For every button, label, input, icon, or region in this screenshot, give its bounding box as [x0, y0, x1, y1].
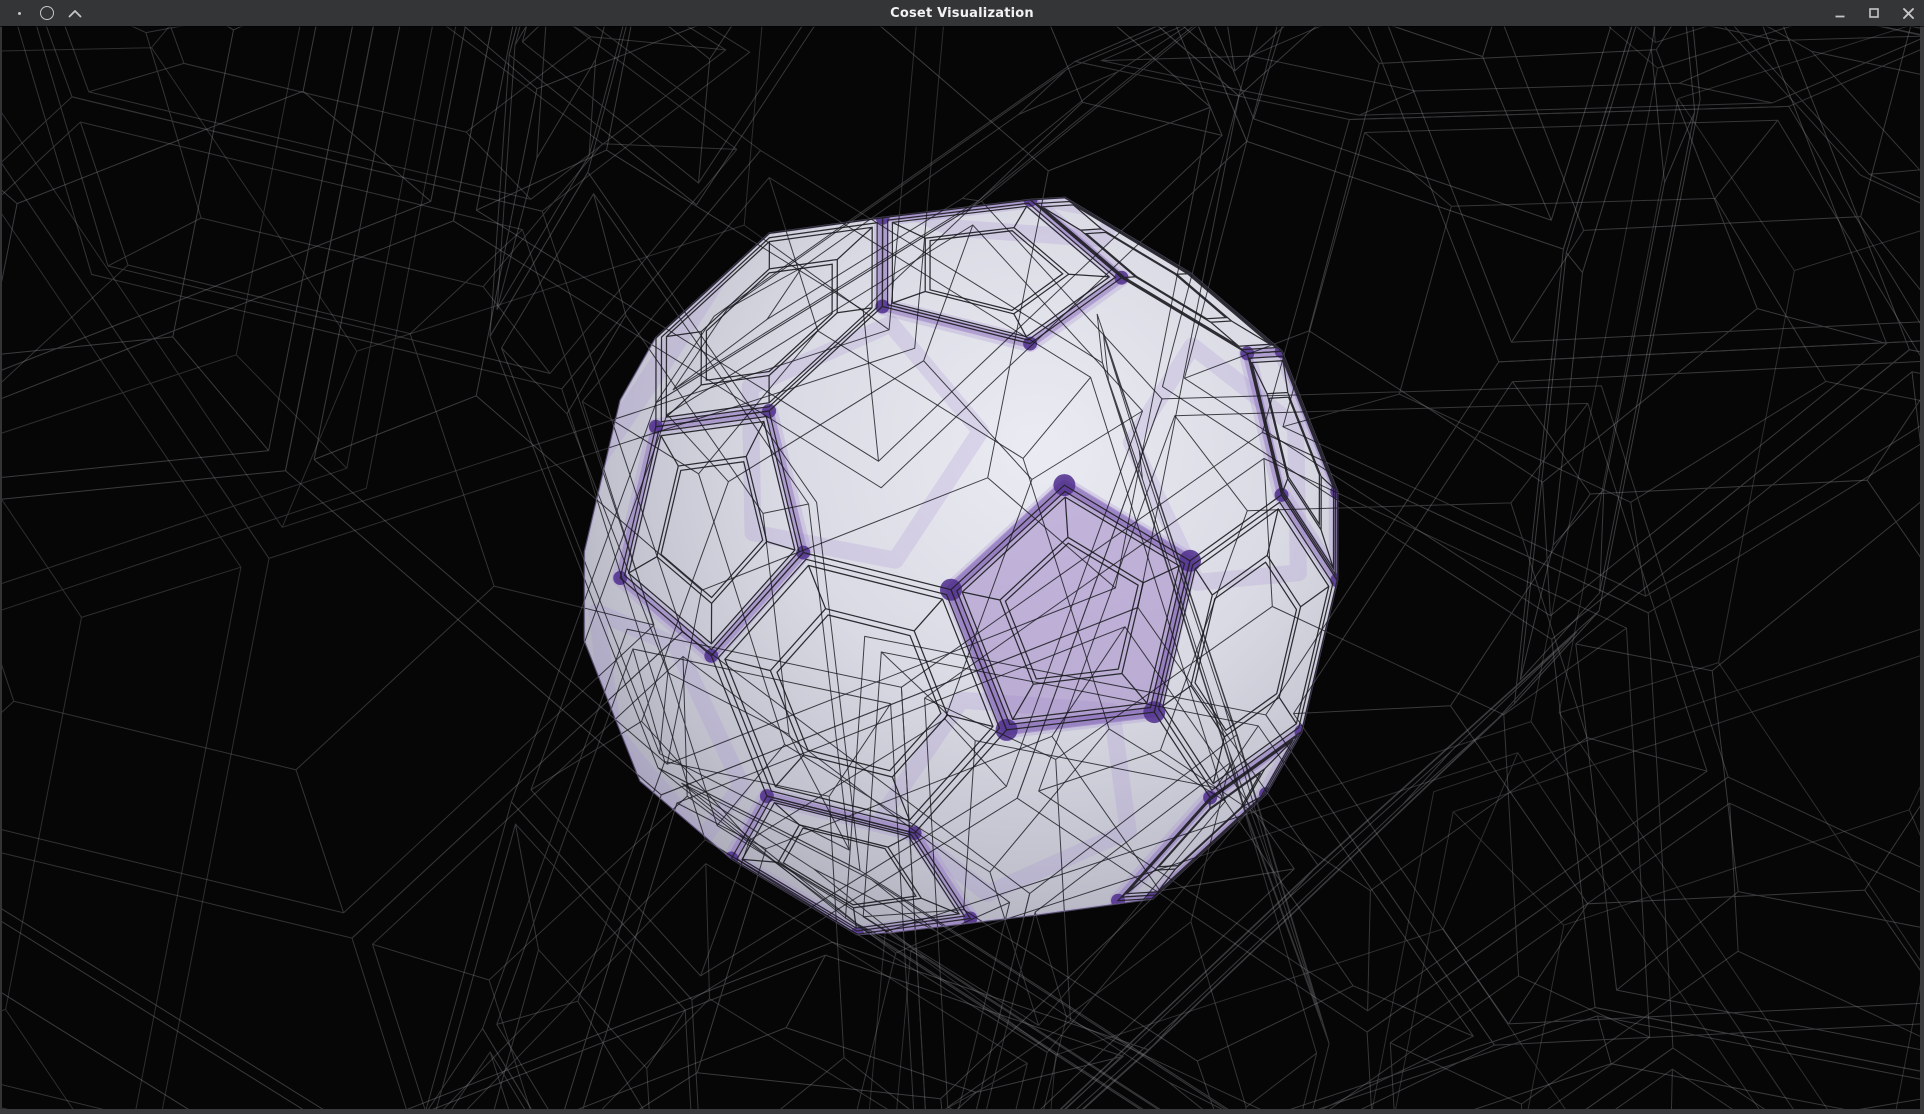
- window-border-bottom[interactable]: [0, 1109, 1924, 1114]
- titlebar-right-buttons: [1833, 0, 1915, 26]
- app-window: Coset Visualization: [0, 0, 1924, 1114]
- record-circle-icon[interactable]: [40, 4, 54, 22]
- window-border-right[interactable]: [1920, 26, 1924, 1114]
- app-menu-dot-icon[interactable]: [12, 4, 26, 22]
- close-button[interactable]: [1901, 4, 1915, 22]
- window-border-left[interactable]: [0, 26, 2, 1114]
- maximize-button[interactable]: [1867, 4, 1881, 22]
- titlebar[interactable]: Coset Visualization: [0, 0, 1924, 26]
- window-title: Coset Visualization: [0, 6, 1924, 21]
- minimize-button[interactable]: [1833, 4, 1847, 22]
- titlebar-left-icons: [12, 0, 82, 26]
- chevron-up-icon[interactable]: [68, 4, 82, 22]
- viewport-canvas[interactable]: [0, 0, 1924, 1114]
